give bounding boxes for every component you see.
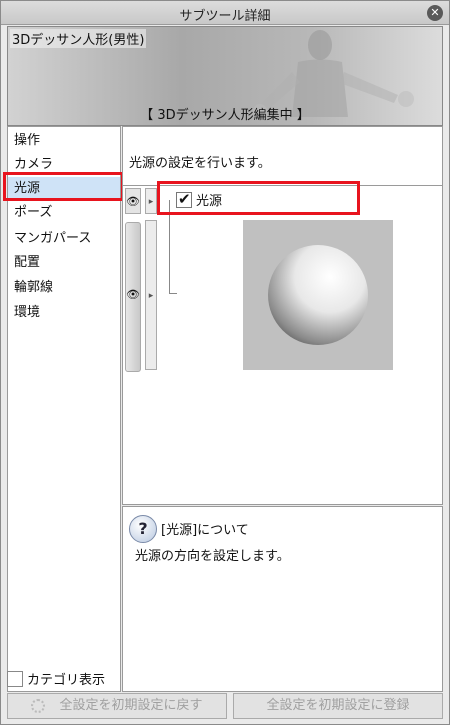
category-display-checkbox[interactable] [7, 670, 23, 687]
reset-all-settings-button[interactable]: 全設定を初期設定に戻す [7, 693, 227, 719]
model-name-label: 3Dデッサン人形(男性) [10, 29, 147, 48]
visibility-column: 👁 👁 [125, 188, 141, 372]
question-icon: ? [129, 515, 157, 543]
category-item-placement[interactable]: 配置 [8, 251, 120, 275]
category-item-environment[interactable]: 環境 [8, 301, 120, 325]
light-source-label: 光源 [196, 194, 223, 209]
help-panel: ? [光源]について 光源の方向を設定します。 [122, 506, 443, 692]
title-bar[interactable]: サブツール詳細 ✕ [1, 1, 449, 25]
close-icon[interactable]: ✕ [427, 5, 443, 21]
category-item-manga-perspective[interactable]: マンガパース [8, 227, 120, 251]
light-direction-sphere[interactable] [243, 220, 393, 370]
register-all-settings-label: 全設定を初期設定に登録 [266, 698, 410, 713]
light-source-row[interactable]: 光源 [176, 190, 222, 209]
sphere-image[interactable] [243, 220, 393, 370]
reset-all-settings-label: 全設定を初期設定に戻す [59, 698, 203, 713]
category-list: 操作 カメラ 光源 ポーズ マンガパース 配置 輪郭線 環境 [7, 126, 121, 692]
category-display-label: カテゴリ表示 [27, 673, 106, 688]
category-item-operation[interactable]: 操作 [8, 129, 120, 153]
preview-banner: 3Dデッサン人形(男性) 【 3Dデッサン人形編集中 】 [7, 26, 443, 126]
category-item-pose[interactable]: ポーズ [8, 201, 120, 225]
window-title: サブツール詳細 [179, 9, 271, 24]
reset-icon [31, 698, 46, 713]
subtool-detail-window: サブツール詳細 ✕ 3Dデッサン人形(男性) 【 3Dデッサン人形編集中 】 操… [0, 0, 450, 725]
category-item-outline[interactable]: 輪郭線 [8, 276, 120, 300]
settings-description: 光源の設定を行います。 [129, 156, 271, 171]
eye-icon[interactable]: 👁 [125, 282, 141, 308]
edit-mode-label: 【 3Dデッサン人形編集中 】 [140, 108, 310, 123]
expand-arrow-icon[interactable]: ▸ [145, 220, 157, 370]
eye-icon[interactable]: 👁 [125, 188, 141, 214]
category-item-light-source[interactable]: 光源 [8, 177, 120, 201]
register-all-settings-button[interactable]: 全設定を初期設定に登録 [233, 693, 443, 719]
help-title: [光源]について [161, 523, 249, 538]
tree-connector [169, 200, 177, 294]
light-source-checkbox[interactable] [176, 190, 192, 208]
settings-panel: 光源の設定を行います。 👁 👁 ▸ ▸ 光源 [122, 126, 443, 505]
category-item-camera[interactable]: カメラ [8, 153, 120, 177]
category-display-toggle[interactable]: カテゴリ表示 [7, 669, 105, 688]
help-description: 光源の方向を設定します。 [135, 549, 290, 564]
expand-arrow-icon[interactable]: ▸ [145, 188, 157, 214]
light-settings-area: 👁 👁 ▸ ▸ 光源 [123, 185, 442, 505]
